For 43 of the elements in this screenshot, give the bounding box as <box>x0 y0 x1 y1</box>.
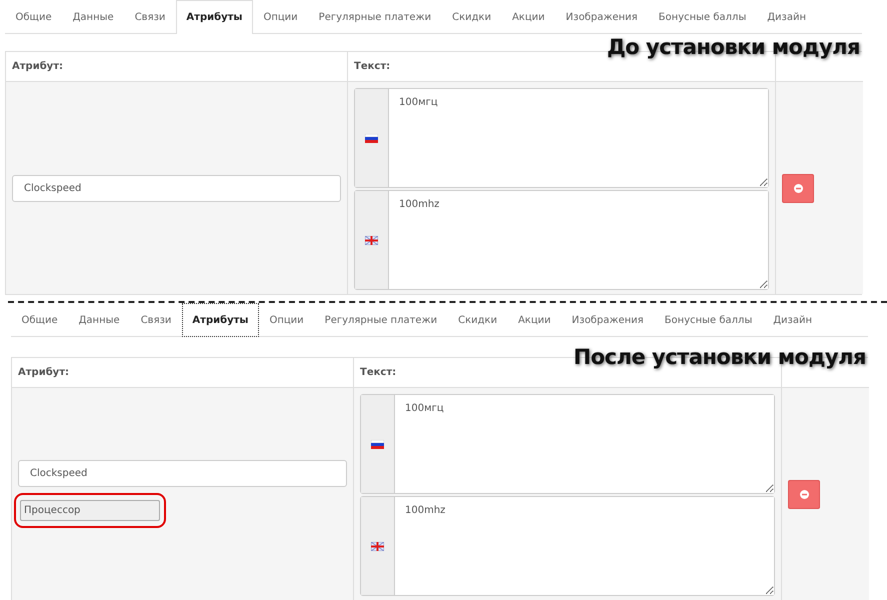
flag-icon <box>371 440 384 448</box>
tab[interactable]: Акции <box>502 0 556 33</box>
tab[interactable]: Скидки <box>448 303 508 336</box>
tab[interactable]: Атрибуты <box>182 303 259 337</box>
minus-circle-icon <box>800 490 808 498</box>
text-area[interactable]: 100мгц <box>360 394 775 494</box>
tab[interactable]: Опции <box>258 303 314 336</box>
tab[interactable]: Регулярные платежи <box>314 303 448 336</box>
column-header: Текст: <box>360 367 396 378</box>
tab[interactable]: Данные <box>68 303 130 336</box>
tab[interactable]: Связи <box>130 303 182 336</box>
attribute-input[interactable]: Clockspeed <box>12 174 341 202</box>
tab[interactable]: Дизайн <box>756 0 817 33</box>
tab[interactable]: Общие <box>11 303 68 336</box>
flag-icon <box>365 236 378 244</box>
tab[interactable]: Регулярные платежи <box>308 0 442 33</box>
remove-button[interactable] <box>782 174 814 202</box>
tab[interactable]: Акции <box>508 303 562 336</box>
tab[interactable]: Бонусные баллы <box>654 303 763 336</box>
tab[interactable]: Бонусные баллы <box>648 0 757 33</box>
attribute-input[interactable]: Clockspeed <box>18 460 347 487</box>
text-area[interactable]: 100mhz <box>354 190 769 290</box>
tab[interactable]: Изображения <box>555 0 648 33</box>
flag-icon <box>365 134 378 142</box>
minus-circle-icon <box>794 184 802 192</box>
column-header: Атрибут: <box>18 367 69 378</box>
remove-button[interactable] <box>788 480 820 508</box>
caption-heading: До установки модуля <box>606 35 860 59</box>
column-header: Атрибут: <box>12 61 63 72</box>
flag-icon <box>371 542 384 550</box>
tab[interactable]: Данные <box>62 0 124 33</box>
tab[interactable]: Опции <box>252 0 308 33</box>
tab[interactable]: Общие <box>5 0 62 33</box>
tab[interactable]: Дизайн <box>762 303 823 336</box>
text-area[interactable]: 100mhz <box>360 496 775 596</box>
text-area[interactable]: 100мгц <box>354 88 769 188</box>
group-input[interactable]: Процессор <box>20 500 160 521</box>
caption-heading: После установки модуля <box>574 345 866 369</box>
tab[interactable]: Изображения <box>561 303 654 336</box>
column-header: Текст: <box>354 61 390 72</box>
tab[interactable]: Атрибуты <box>176 0 253 34</box>
tab[interactable]: Связи <box>124 0 176 33</box>
tab[interactable]: Скидки <box>442 0 502 33</box>
